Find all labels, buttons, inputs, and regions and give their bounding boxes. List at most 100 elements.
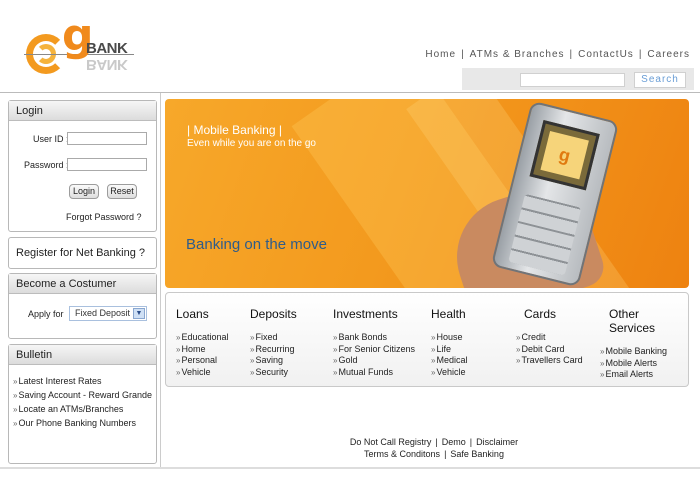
services-heading[interactable]: Health: [431, 307, 467, 321]
services-link[interactable]: »Mutual Funds: [333, 367, 415, 379]
services-heading[interactable]: Investments: [333, 307, 415, 321]
double-arrow-icon: »: [431, 333, 436, 342]
mobile-banking-banner[interactable]: | Mobile Banking | Even while you are on…: [165, 99, 689, 288]
nav-home[interactable]: Home: [425, 49, 456, 60]
column-divider: [160, 93, 161, 468]
double-arrow-icon: »: [250, 333, 255, 342]
services-column-health: Health »House »Life »Medical »Vehicle: [431, 307, 467, 378]
phone-screen-logo: g: [540, 130, 589, 180]
user-id-field[interactable]: [67, 132, 147, 145]
forgot-password-link[interactable]: Forgot Password ?: [66, 212, 142, 222]
bulletin-item-label: Locate an ATMs/Branches: [18, 404, 124, 414]
services-link-label: Medical: [436, 355, 468, 365]
footer-link-safe-banking[interactable]: Safe Banking: [450, 449, 504, 459]
services-link[interactable]: »Mobile Banking: [600, 346, 688, 358]
footer-link-terms[interactable]: Terms & Conditons: [364, 449, 440, 459]
reset-button[interactable]: Reset: [107, 184, 137, 199]
footer-separator: |: [435, 437, 438, 447]
double-arrow-icon: »: [333, 333, 338, 342]
nav-contactus[interactable]: ContactUs: [578, 49, 634, 60]
footer-link-demo[interactable]: Demo: [442, 437, 466, 447]
apply-for-select[interactable]: Fixed Deposit ▼: [69, 306, 147, 321]
double-arrow-icon: »: [13, 419, 18, 428]
bulletin-item[interactable]: »Our Phone Banking Numbers: [13, 418, 152, 432]
login-title: Login: [9, 101, 156, 121]
register-net-banking[interactable]: Register for Net Banking ?: [8, 237, 157, 269]
services-link-label: Bank Bonds: [338, 332, 387, 342]
nav-separator: |: [569, 49, 574, 60]
services-heading[interactable]: Other Services: [609, 307, 688, 335]
services-link-label: Personal: [181, 355, 217, 365]
services-link[interactable]: »Educational: [176, 332, 229, 344]
services-link[interactable]: »Vehicle: [176, 367, 229, 379]
bulletin-item-label: Saving Account - Reward Grande: [18, 390, 153, 400]
bulletin-item[interactable]: »Saving Account - Reward Grande: [13, 390, 152, 404]
services-link-label: Gold: [338, 355, 358, 365]
footer-link-disclaimer[interactable]: Disclaimer: [476, 437, 518, 447]
banner-subtitle: Even while you are on the go: [187, 138, 316, 149]
services-link-label: House: [436, 332, 463, 342]
double-arrow-icon: »: [250, 344, 255, 354]
services-link-label: Vehicle: [181, 366, 211, 377]
footer-separator: |: [469, 437, 473, 447]
services-link[interactable]: »Debit Card: [516, 344, 583, 356]
services-link[interactable]: »Life: [431, 344, 467, 356]
double-arrow-icon: »: [333, 344, 338, 354]
services-link[interactable]: »Fixed: [250, 332, 297, 344]
bulletin-title: Bulletin: [9, 345, 156, 365]
password-label: Password :: [24, 160, 69, 170]
services-link[interactable]: »Gold: [333, 355, 415, 367]
services-link[interactable]: »Personal: [176, 355, 229, 367]
services-column-loans: Loans »Educational »Home »Personal »Vehi…: [176, 307, 229, 378]
services-link[interactable]: »Security: [250, 367, 297, 379]
services-link-label: Educational: [181, 332, 229, 342]
bulletin-item-label: Latest Interest Rates: [18, 376, 102, 386]
services-link-label: For Senior Citizens: [338, 343, 415, 354]
double-arrow-icon: »: [333, 356, 338, 365]
services-link[interactable]: »Email Alerts: [600, 369, 688, 381]
footer-row: Terms & Conditons | Safe Banking: [165, 448, 700, 460]
bank-logo[interactable]: g BANK BANK: [24, 14, 144, 80]
password-field[interactable]: [67, 158, 147, 171]
services-link[interactable]: »House: [431, 332, 467, 344]
services-heading[interactable]: Loans: [176, 307, 229, 321]
user-id-label: User ID :: [33, 134, 69, 144]
services-heading[interactable]: Cards: [524, 307, 583, 321]
services-link[interactable]: »Vehicle: [431, 367, 467, 379]
services-link[interactable]: »Saving: [250, 355, 297, 367]
services-heading[interactable]: Deposits: [250, 307, 297, 321]
nav-atms-branches[interactable]: ATMs & Branches: [470, 49, 565, 60]
double-arrow-icon: »: [176, 367, 181, 377]
double-arrow-icon: »: [13, 391, 18, 400]
become-costumer-title: Become a Costumer: [9, 274, 156, 294]
services-link-label: Debit Card: [521, 343, 565, 354]
services-link[interactable]: »Recurring: [250, 344, 297, 356]
bulletin-item[interactable]: »Latest Interest Rates: [13, 376, 152, 390]
services-link-label: Security: [255, 366, 288, 377]
nav-separator: |: [461, 49, 465, 60]
chevron-down-icon[interactable]: ▼: [133, 308, 145, 319]
services-link-label: Recurring: [255, 343, 295, 354]
footer-row: Do Not Call Registry | Demo | Disclaimer: [165, 436, 700, 448]
nav-careers[interactable]: Careers: [647, 49, 690, 60]
double-arrow-icon: »: [431, 344, 436, 354]
double-arrow-icon: »: [600, 347, 605, 356]
double-arrow-icon: »: [176, 344, 181, 354]
footer: Do Not Call Registry | Demo | Disclaimer Ter…: [165, 436, 700, 460]
services-link[interactable]: »Travellers Card: [516, 355, 583, 367]
bulletin-item[interactable]: »Locate an ATMs/Branches: [13, 404, 152, 418]
apply-for-label: Apply for: [28, 309, 64, 319]
services-link[interactable]: »Medical: [431, 355, 467, 367]
login-button[interactable]: Login: [69, 184, 99, 199]
services-link[interactable]: »Bank Bonds: [333, 332, 415, 344]
services-link[interactable]: »Credit: [516, 332, 583, 344]
services-link[interactable]: »Home: [176, 344, 229, 356]
search-input[interactable]: [520, 73, 625, 87]
services-link[interactable]: »For Senior Citizens: [333, 344, 415, 356]
nav-separator: |: [638, 49, 643, 60]
services-link[interactable]: »Mobile Alerts: [600, 358, 688, 370]
double-arrow-icon: »: [13, 405, 18, 414]
search-button[interactable]: Search: [634, 72, 686, 88]
footer-link-do-not-call[interactable]: Do Not Call Registry: [350, 437, 432, 447]
footer-separator: |: [444, 449, 447, 459]
